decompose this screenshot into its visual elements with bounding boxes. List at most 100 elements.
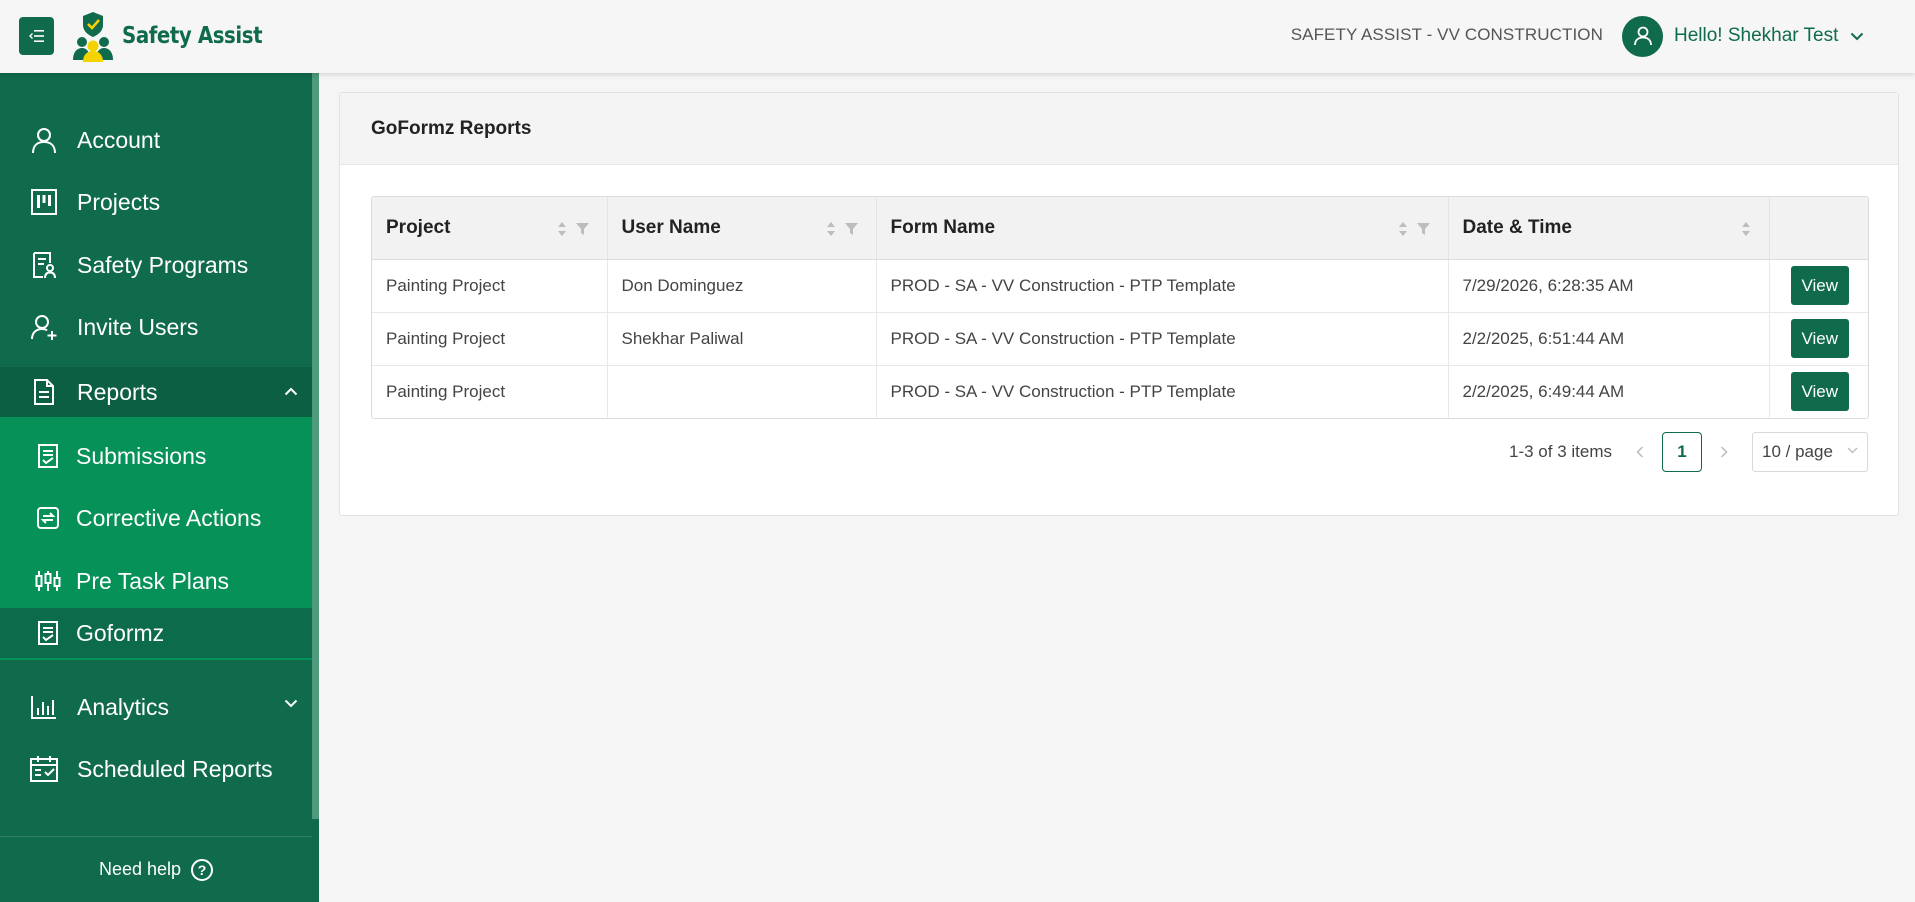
sidebar: Account Projects Safety Programs Invite … xyxy=(0,73,319,902)
sidebar-item-label: Projects xyxy=(77,188,161,215)
bar-chart-icon xyxy=(29,692,59,722)
user-icon xyxy=(1633,26,1652,46)
page-size-value: 10 / page xyxy=(1762,442,1833,461)
sidebar-item-account[interactable]: Account xyxy=(0,110,312,170)
menu-toggle-button[interactable] xyxy=(19,17,54,55)
cell-user-name xyxy=(607,365,877,418)
sidebar-item-analytics[interactable]: Analytics xyxy=(0,677,312,737)
sidebar-item-label: Scheduled Reports xyxy=(77,755,273,782)
page-size-select[interactable]: 10 / page xyxy=(1752,432,1868,472)
column-header-project[interactable]: Project xyxy=(372,197,608,260)
user-greeting: Hello! Shekhar Test xyxy=(1674,25,1839,46)
sort-icon[interactable] xyxy=(826,221,836,237)
filter-icon[interactable] xyxy=(575,223,589,235)
sidebar-item-invite-users[interactable]: Invite Users xyxy=(0,297,312,357)
document-user-icon xyxy=(29,250,59,280)
column-header-date-time[interactable]: Date & Time xyxy=(1448,197,1770,260)
sidebar-item-scheduled-reports[interactable]: Scheduled Reports xyxy=(0,739,312,799)
menu-collapse-icon xyxy=(28,30,44,42)
filter-icon[interactable] xyxy=(844,223,858,235)
column-header-form-name[interactable]: Form Name xyxy=(876,197,1449,260)
cell-date-time: 2/2/2025, 6:49:44 AM xyxy=(1448,365,1770,418)
sidebar-item-label: Account xyxy=(77,126,161,153)
sidebar-item-label: Goformz xyxy=(76,619,165,646)
sidebar-item-safety-programs[interactable]: Safety Programs xyxy=(0,235,312,295)
organization-name: SAFETY ASSIST - VV CONSTRUCTION xyxy=(1290,25,1603,44)
chevron-left-icon xyxy=(1636,446,1644,458)
clipboard-check-icon xyxy=(35,443,61,469)
cell-project: Painting Project xyxy=(372,365,608,418)
sidebar-item-projects[interactable]: Projects xyxy=(0,172,312,232)
column-label: User Name xyxy=(621,216,721,238)
column-label: Form Name xyxy=(890,216,996,238)
clipboard-check-icon xyxy=(35,620,61,646)
sort-icon[interactable] xyxy=(1398,221,1408,237)
card-header: GoFormz Reports xyxy=(340,93,1898,165)
column-header-actions xyxy=(1769,197,1868,260)
table-row: Painting Project PROD - SA - VV Construc… xyxy=(372,365,1868,418)
chevron-right-icon xyxy=(1720,446,1728,458)
sidebar-item-reports[interactable]: Reports xyxy=(0,367,312,417)
sidebar-scrollbar[interactable] xyxy=(312,73,319,819)
avatar xyxy=(1622,15,1663,57)
candlestick-icon xyxy=(35,568,61,594)
file-icon xyxy=(29,377,59,407)
logo-icon xyxy=(73,12,113,62)
cell-user-name: Don Dominguez xyxy=(607,259,877,313)
sidebar-item-label: Reports xyxy=(77,378,158,405)
next-page-button[interactable] xyxy=(1710,438,1738,466)
view-button[interactable]: View xyxy=(1790,319,1849,358)
cell-form-name: PROD - SA - VV Construction - PTP Templa… xyxy=(876,312,1449,366)
cell-form-name: PROD - SA - VV Construction - PTP Templa… xyxy=(876,365,1449,418)
column-header-user-name[interactable]: User Name xyxy=(607,197,877,260)
page-title: GoFormz Reports xyxy=(371,117,532,139)
cell-user-name: Shekhar Paliwal xyxy=(607,312,877,366)
need-help-label: Need help xyxy=(98,859,182,879)
chevron-up-icon xyxy=(284,387,298,396)
column-label: Date & Time xyxy=(1462,216,1572,238)
cell-date-time: 7/29/2026, 6:28:35 AM xyxy=(1448,259,1770,313)
chevron-down-icon xyxy=(1847,447,1858,454)
filter-icon[interactable] xyxy=(1416,223,1430,235)
sidebar-item-pre-task-plans[interactable]: Pre Task Plans xyxy=(0,551,312,611)
page-1-button[interactable]: 1 xyxy=(1662,432,1702,472)
cell-project: Painting Project xyxy=(372,259,608,313)
sort-icon[interactable] xyxy=(557,221,567,237)
cell-actions: View xyxy=(1769,312,1868,366)
cell-form-name: PROD - SA - VV Construction - PTP Templa… xyxy=(876,259,1449,313)
kanban-icon xyxy=(29,187,59,217)
sidebar-item-label: Corrective Actions xyxy=(76,504,262,531)
question-icon: ? xyxy=(191,858,214,881)
chevron-down-icon xyxy=(284,699,298,708)
user-plus-icon xyxy=(29,312,59,342)
column-label: Project xyxy=(386,216,451,238)
sidebar-item-label: Pre Task Plans xyxy=(76,567,229,594)
user-menu[interactable]: Hello! Shekhar Test xyxy=(1622,15,1864,57)
goformz-reports-card: GoFormz Reports Project User Name Form N… xyxy=(339,92,1899,516)
sidebar-item-label: Invite Users xyxy=(77,313,199,340)
sidebar-item-corrective-actions[interactable]: Corrective Actions xyxy=(0,488,312,548)
sidebar-item-label: Safety Programs xyxy=(77,251,249,278)
need-help-link[interactable]: Need help ? xyxy=(0,836,312,902)
table-row: Painting Project Don Dominguez PROD - SA… xyxy=(372,259,1868,313)
cell-project: Painting Project xyxy=(372,312,608,366)
view-button[interactable]: View xyxy=(1790,266,1849,305)
top-header: Safety Assist SAFETY ASSIST - VV CONSTRU… xyxy=(0,0,1915,73)
sidebar-item-label: Submissions xyxy=(76,442,207,469)
view-button[interactable]: View xyxy=(1790,372,1849,412)
reports-table: Project User Name Form Name Date & Time … xyxy=(371,196,1869,419)
prev-page-button[interactable] xyxy=(1626,438,1654,466)
user-icon xyxy=(29,125,59,155)
cell-actions: View xyxy=(1769,365,1868,418)
calendar-check-icon xyxy=(29,754,59,784)
sidebar-item-goformz[interactable]: Goformz xyxy=(0,608,312,658)
sort-icon[interactable] xyxy=(1741,221,1751,237)
refresh-square-icon xyxy=(35,505,61,531)
app-name: Safety Assist xyxy=(122,23,263,49)
app-logo[interactable]: Safety Assist xyxy=(70,8,285,64)
pagination-info: 1-3 of 3 items xyxy=(1509,442,1612,461)
cell-actions: View xyxy=(1769,259,1868,313)
sidebar-item-submissions[interactable]: Submissions xyxy=(0,426,312,486)
chevron-down-icon xyxy=(1851,32,1864,40)
pagination: 1-3 of 3 items 1 10 / page xyxy=(1509,432,1868,472)
